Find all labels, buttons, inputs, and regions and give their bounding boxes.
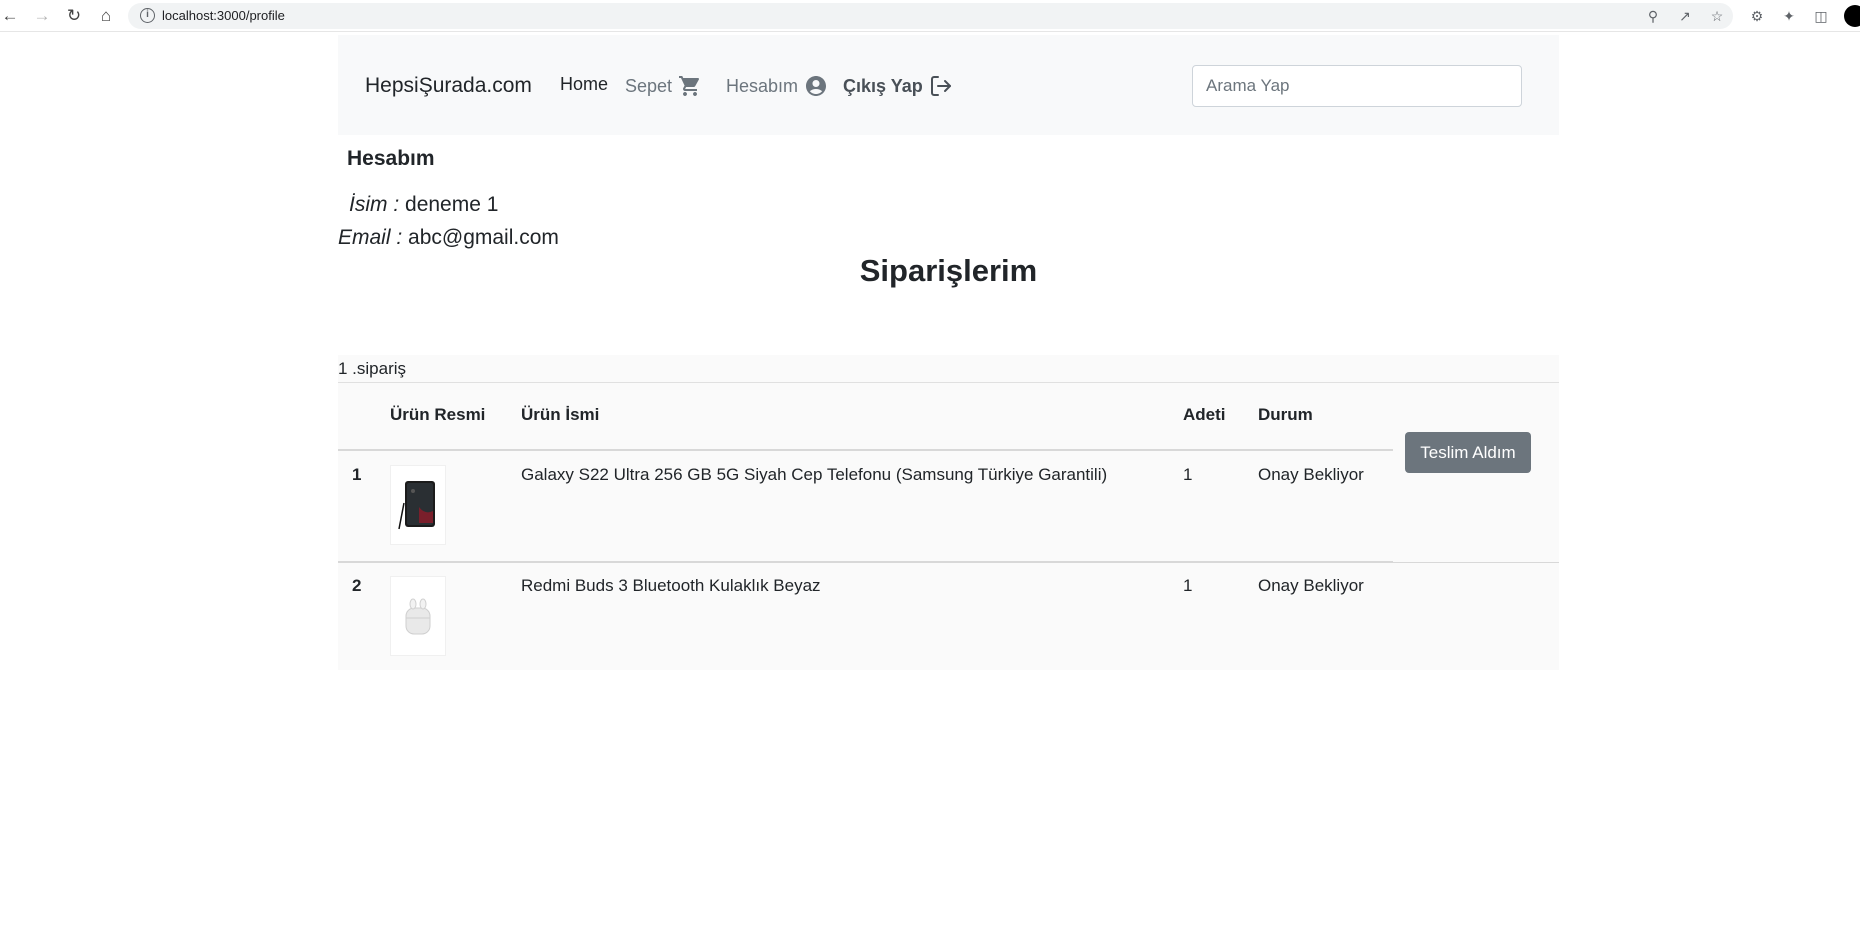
page-container: HepsiŞurada.com Home Sepet Hesabım Çıkış… bbox=[338, 35, 1559, 670]
table-row: 2 Redmi Buds 3 Bluetooth Kulaklık Beyaz bbox=[338, 561, 1393, 669]
order-card: 1 .sipariş Ürün Resmi Ürün İsmi Adeti Du… bbox=[338, 355, 1559, 670]
reload-icon[interactable]: ↻ bbox=[64, 6, 84, 26]
search-input[interactable] bbox=[1192, 65, 1522, 107]
nav-cart-link[interactable]: Sepet bbox=[625, 74, 702, 98]
brand-link[interactable]: HepsiŞurada.com bbox=[365, 74, 532, 98]
product-name: Galaxy S22 Ultra 256 GB 5G Siyah Cep Tel… bbox=[521, 450, 1181, 562]
row-number: 2 bbox=[352, 575, 362, 595]
table-header-row: Ürün Resmi Ürün İsmi Adeti Durum bbox=[338, 383, 1393, 451]
nav-logout-link[interactable]: Çıkış Yap bbox=[843, 74, 953, 98]
site-info-icon[interactable]: i bbox=[140, 8, 155, 23]
email-value: abc@gmail.com bbox=[408, 226, 559, 249]
product-status: Onay Bekliyor bbox=[1258, 575, 1364, 595]
column-header-name: Ürün İsmi bbox=[521, 383, 1181, 451]
product-image-cell bbox=[390, 450, 521, 562]
forward-icon[interactable]: → bbox=[32, 6, 52, 26]
extensions-puzzle-icon[interactable]: ✦ bbox=[1780, 7, 1798, 25]
nav-account-label: Hesabım bbox=[726, 75, 799, 96]
bookmark-star-icon[interactable]: ☆ bbox=[1708, 7, 1726, 25]
nav-cart-label: Sepet bbox=[625, 75, 673, 96]
row-divider bbox=[338, 562, 1559, 563]
account-title: Hesabım bbox=[347, 147, 435, 170]
earbuds-image bbox=[390, 575, 446, 656]
email-label: Email : bbox=[338, 226, 403, 249]
nav-logout-label: Çıkış Yap bbox=[843, 75, 923, 96]
name-value: deneme 1 bbox=[405, 193, 499, 216]
browser-toolbar: ← → ↻ ⌂ i localhost:3000/profile ⚲ ↗ ☆ ⚙… bbox=[0, 0, 1860, 32]
extension-bug-icon[interactable]: ⚙ bbox=[1748, 7, 1766, 25]
product-qty: 1 bbox=[1183, 575, 1193, 595]
column-header-qty: Adeti bbox=[1181, 383, 1258, 451]
side-panel-icon[interactable]: ◫ bbox=[1812, 7, 1830, 25]
delivered-button[interactable]: Teslim Aldım bbox=[1405, 432, 1531, 473]
name-label: İsim : bbox=[349, 193, 400, 216]
row-number: 1 bbox=[338, 450, 390, 562]
home-icon[interactable]: ⌂ bbox=[96, 6, 116, 26]
share-icon[interactable]: ↗ bbox=[1676, 7, 1694, 25]
order-label: 1 .sipariş bbox=[338, 355, 1559, 383]
zoom-icon[interactable]: ⚲ bbox=[1644, 7, 1662, 25]
name-line: İsim : deneme 1 bbox=[349, 193, 498, 217]
logout-icon bbox=[929, 74, 953, 98]
email-line: Email : abc@gmail.com bbox=[338, 226, 559, 250]
address-bar[interactable]: i localhost:3000/profile ⚲ ↗ ☆ bbox=[128, 3, 1733, 29]
orders-title: Siparişlerim bbox=[859, 253, 1038, 288]
nav-account-link[interactable]: Hesabım bbox=[726, 74, 828, 98]
phone-image bbox=[390, 465, 446, 545]
column-header-status: Durum bbox=[1258, 383, 1393, 451]
shopping-cart-icon bbox=[678, 74, 702, 98]
nav-home-label: Home bbox=[560, 74, 609, 94]
navbar: HepsiŞurada.com Home Sepet Hesabım Çıkış… bbox=[338, 35, 1559, 135]
column-header-no bbox=[338, 383, 390, 451]
order-items-table: Ürün Resmi Ürün İsmi Adeti Durum 1 Galax… bbox=[338, 383, 1393, 669]
product-qty: 1 bbox=[1181, 450, 1258, 562]
column-header-image: Ürün Resmi bbox=[390, 383, 521, 451]
account-circle-icon bbox=[804, 74, 828, 98]
product-status: Onay Bekliyor bbox=[1258, 450, 1393, 562]
profile-avatar[interactable] bbox=[1844, 5, 1860, 27]
product-image-cell bbox=[390, 561, 521, 669]
back-icon[interactable]: ← bbox=[0, 6, 20, 26]
nav-home-link[interactable]: Home bbox=[560, 74, 608, 95]
address-url[interactable]: localhost:3000/profile bbox=[162, 8, 285, 23]
product-name: Redmi Buds 3 Bluetooth Kulaklık Beyaz bbox=[521, 575, 821, 595]
table-row: 1 Galaxy S22 Ultra 256 GB 5G Siyah Cep T… bbox=[338, 450, 1393, 562]
